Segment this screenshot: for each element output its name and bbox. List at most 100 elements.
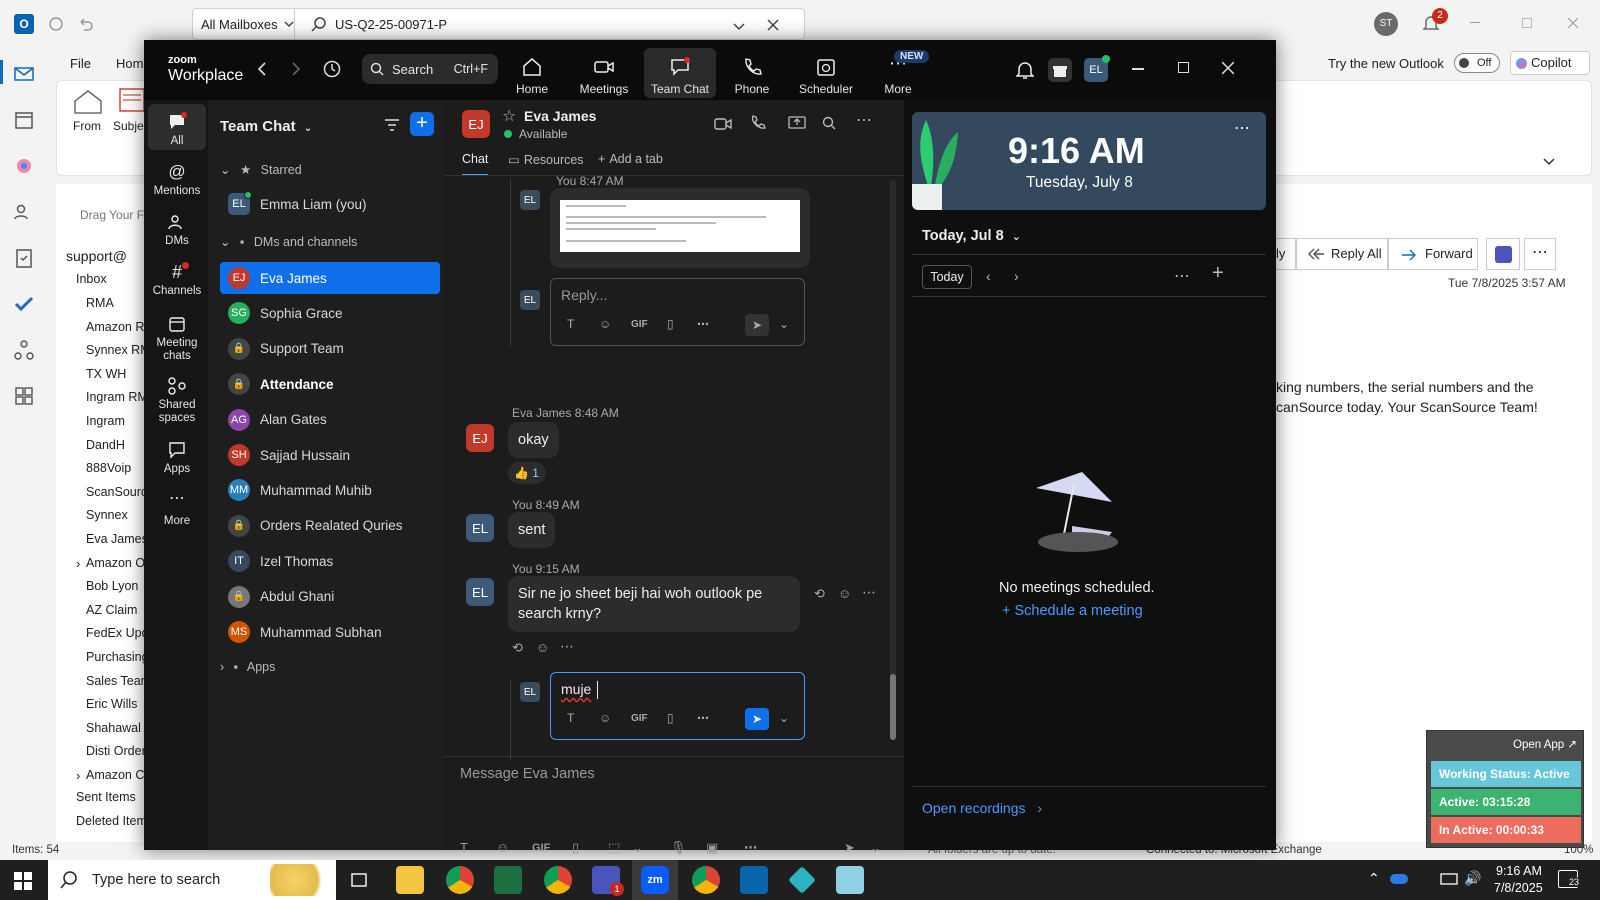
- add-event-icon[interactable]: +: [1212, 262, 1224, 285]
- contact-row[interactable]: AG Alan Gates: [220, 404, 440, 436]
- contact-row[interactable]: EJ Eva James: [220, 262, 440, 294]
- onedrive-icon[interactable]: [1390, 874, 1408, 884]
- screenshot-icon[interactable]: ⬚: [608, 840, 620, 856]
- calendar-icon[interactable]: [12, 108, 36, 132]
- folder-item[interactable]: Amazon Re: [86, 320, 151, 334]
- search-chat-icon[interactable]: [822, 116, 836, 130]
- apps-section[interactable]: › ▪ Apps: [220, 660, 275, 674]
- tab-home[interactable]: Home: [496, 48, 568, 98]
- format-text-icon[interactable]: T: [567, 711, 574, 725]
- copilot-icon[interactable]: [12, 154, 36, 178]
- folder-item[interactable]: Ingram: [86, 414, 125, 428]
- nav-apps[interactable]: Apps: [148, 440, 206, 476]
- next-day-icon[interactable]: ›: [1014, 268, 1019, 284]
- add-tab-button[interactable]: + Add a tab: [598, 152, 663, 166]
- filter-icon[interactable]: [384, 118, 400, 132]
- message-composer-input[interactable]: Message Eva James: [460, 766, 595, 782]
- window-maximize-button[interactable]: [1522, 18, 1532, 28]
- schedule-meeting-link[interactable]: + Schedule a meeting: [1002, 603, 1143, 619]
- reply-all-button[interactable]: Reply All: [1296, 238, 1388, 270]
- chevron-down-icon[interactable]: ⌄: [779, 317, 789, 331]
- zoom-taskbar-active[interactable]: zm: [632, 860, 678, 900]
- calendar-more-icon[interactable]: ⋯: [1174, 266, 1190, 286]
- teams-icon[interactable]: 1: [592, 866, 624, 896]
- chevron-down-icon[interactable]: ⌄: [870, 840, 881, 856]
- tab-phone[interactable]: Phone: [716, 48, 788, 98]
- add-reaction-icon[interactable]: ☺: [838, 586, 851, 601]
- screenshot-thumbnail[interactable]: [560, 200, 800, 252]
- folder-item[interactable]: Purchasing: [86, 650, 149, 664]
- forward-button[interactable]: Forward: [1388, 238, 1478, 270]
- chevron-down-icon[interactable]: ⌄: [779, 711, 789, 725]
- tab-meetings[interactable]: Meetings: [568, 48, 640, 98]
- message-more-icon[interactable]: ⋯: [560, 638, 574, 655]
- nav-dms[interactable]: DMs: [148, 212, 206, 248]
- folder-item[interactable]: 888Voip: [86, 461, 131, 475]
- folder-item[interactable]: RMA: [86, 296, 114, 310]
- file-icon[interactable]: ▯: [572, 840, 579, 856]
- folder-deleted-items[interactable]: Deleted Item: [76, 814, 147, 828]
- more-icon[interactable]: ⋯: [744, 840, 757, 856]
- msg0-attachment-bubble[interactable]: [550, 188, 810, 268]
- taskbar-time[interactable]: 9:16 AM: [1496, 864, 1542, 878]
- chrome-icon-2[interactable]: [692, 866, 720, 894]
- more-icon[interactable]: ⋯: [697, 711, 709, 725]
- emoji-icon[interactable]: ☺: [599, 317, 611, 331]
- add-reaction-icon[interactable]: ☺: [536, 640, 549, 655]
- taskbar-date[interactable]: 7/8/2025: [1494, 881, 1543, 895]
- draft-input[interactable]: muje: [561, 681, 591, 697]
- prev-day-icon[interactable]: ‹: [986, 268, 991, 284]
- chevron-right-icon[interactable]: ›: [76, 556, 80, 571]
- try-new-toggle[interactable]: Off: [1454, 53, 1500, 73]
- contact-self[interactable]: EL Emma Liam (you): [220, 188, 440, 220]
- folder-item[interactable]: DandH: [86, 438, 125, 452]
- copilot-button[interactable]: Copilot: [1510, 51, 1590, 75]
- network-icon[interactable]: [1440, 872, 1458, 888]
- gif-icon[interactable]: GIF: [532, 842, 550, 854]
- folder-item[interactable]: Disti Order: [86, 744, 146, 758]
- teams-share-button[interactable]: [1486, 238, 1520, 270]
- volume-icon[interactable]: 🔊: [1464, 870, 1481, 887]
- video-call-icon[interactable]: [714, 117, 732, 131]
- reply-input[interactable]: Reply...: [561, 287, 607, 303]
- folder-item[interactable]: TX WH: [86, 367, 126, 381]
- forward-nav-icon[interactable]: [290, 62, 302, 76]
- profile-avatar[interactable]: ST: [1374, 12, 1398, 36]
- excel-icon[interactable]: [494, 866, 522, 894]
- org-explorer-icon[interactable]: [12, 338, 36, 362]
- undo-icon[interactable]: [78, 16, 94, 32]
- tab-scheduler[interactable]: Scheduler: [790, 48, 862, 98]
- message-more-icon[interactable]: ⋯: [862, 584, 876, 601]
- format-text-icon[interactable]: T: [567, 317, 574, 331]
- back-icon[interactable]: [256, 62, 268, 76]
- from-filter-label[interactable]: From: [73, 119, 101, 133]
- ribbon-collapse-icon[interactable]: [1543, 157, 1555, 167]
- tasks-icon[interactable]: [12, 246, 36, 270]
- taskbar-search-box[interactable]: Type here to search: [48, 860, 336, 900]
- send-button[interactable]: ➤: [745, 708, 769, 730]
- tab-more[interactable]: ⋯ More NEW: [862, 48, 934, 98]
- video-message-icon[interactable]: ▣: [706, 840, 718, 856]
- file-icon[interactable]: ▯: [667, 711, 674, 725]
- reply-button[interactable]: ly: [1276, 238, 1296, 270]
- contact-row[interactable]: SH Sajjad Hussain: [220, 439, 440, 471]
- today-button[interactable]: Today: [922, 265, 972, 289]
- msg1-bubble[interactable]: okay: [508, 422, 559, 458]
- mailbox-scope-dropdown[interactable]: All Mailboxes: [193, 9, 295, 39]
- folder-item[interactable]: Eric Wills: [86, 697, 137, 711]
- star-outline-icon[interactable]: ☆: [502, 106, 516, 126]
- tab-team-chat[interactable]: Team Chat: [644, 48, 716, 98]
- starred-section[interactable]: ⌄ ★ Starred: [220, 162, 302, 177]
- reaction-thumbs-up[interactable]: 👍 1: [508, 462, 546, 484]
- thread-draft-box[interactable]: muje T ☺ GIF ▯ ⋯ ➤ ⌄: [550, 672, 805, 740]
- folder-sent-items[interactable]: Sent Items: [76, 790, 136, 804]
- outlook-icon[interactable]: [740, 866, 768, 894]
- file-icon[interactable]: ▯: [667, 317, 674, 331]
- windows-start-icon[interactable]: [14, 872, 32, 890]
- clock-more-icon[interactable]: ⋯: [1234, 118, 1250, 138]
- folder-item[interactable]: Synnex RM: [86, 343, 151, 357]
- emoji-icon[interactable]: ☺: [599, 711, 611, 725]
- msg2-bubble[interactable]: sent: [508, 512, 556, 548]
- notepad-icon[interactable]: [836, 866, 864, 894]
- window-minimize-button[interactable]: [1470, 22, 1480, 23]
